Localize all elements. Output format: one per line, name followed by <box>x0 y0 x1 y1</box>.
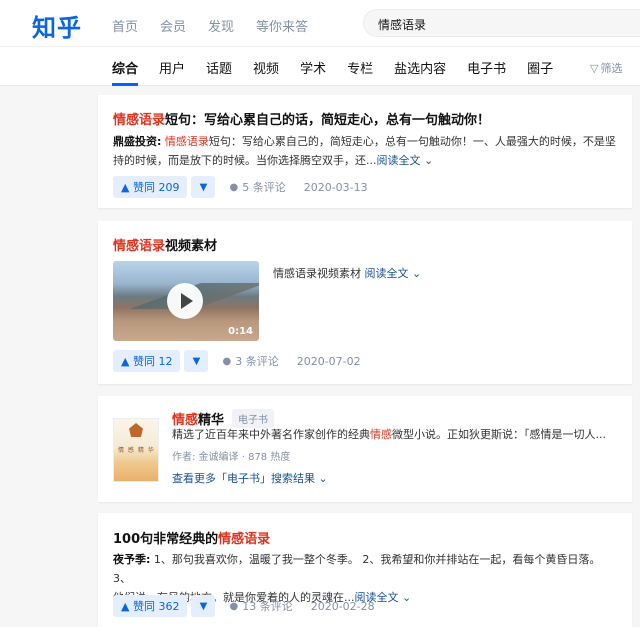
tab-columns[interactable]: 专栏 <box>347 58 373 77</box>
read-more-link-2[interactable]: 阅读全文 ⌄ <box>365 267 422 280</box>
search-tabs: 综合 用户 话题 视频 学术 专栏 盐选内容 电子书 圈子 ▽ 筛选 <box>0 46 640 86</box>
result-card-2: 情感语录视频素材 0:14 情感语录视频素材 阅读全文 ⌄ ▲ 赞同 12 ▼ … <box>98 221 632 384</box>
play-icon[interactable] <box>167 283 203 319</box>
nav-home[interactable]: 首页 <box>112 16 138 35</box>
ebook-description[interactable]: 精选了近百年来中外著名作家创作的经典情感微型小说。正如狄更斯说：「感情是一切人.… <box>172 426 606 442</box>
read-more-link-1[interactable]: 阅读全文 ⌄ <box>377 154 434 167</box>
result-card-4: 100句非常经典的情感语录 夜予季: 1、那句我喜欢你，温暖了我一整个冬季。 2… <box>98 513 632 627</box>
ebook-cover[interactable]: 情 感 精 华 <box>113 418 159 482</box>
pagoda-icon <box>129 423 143 437</box>
downvote-button-1[interactable]: ▼ <box>191 176 216 198</box>
video-thumbnail[interactable]: 0:14 <box>113 261 259 341</box>
comments-link-1[interactable]: ● 5 条评论 2020-03-13 <box>229 179 367 195</box>
nav-discover[interactable]: 发现 <box>208 16 234 35</box>
upvote-button-4[interactable]: ▲ 赞同 362 <box>113 595 188 617</box>
tab-academic[interactable]: 学术 <box>300 58 326 77</box>
video-duration: 0:14 <box>228 326 253 337</box>
upvote-button-2[interactable]: ▲ 赞同 12 <box>113 350 181 372</box>
vote-row-2: ▲ 赞同 12 ▼ ● 3 条评论 2020-07-02 <box>113 350 361 372</box>
zhihu-logo[interactable]: 知乎 <box>32 8 82 43</box>
result-card-3: 情 感 精 华 情感精华 电子书 精选了近百年来中外著名作家创作的经典情感微型小说… <box>98 396 632 502</box>
downvote-button-2[interactable]: ▼ <box>184 350 209 372</box>
filter-label: 筛选 <box>600 62 623 75</box>
comment-icon: ● <box>222 355 232 367</box>
result-title-2[interactable]: 情感语录视频素材 <box>113 235 217 254</box>
post-date-1: 2020-03-13 <box>303 180 368 194</box>
nav-vip[interactable]: 会员 <box>160 16 186 35</box>
main-nav: 首页 会员 发现 等你来答 <box>112 16 330 35</box>
tab-topics[interactable]: 话题 <box>206 58 232 77</box>
upvote-button-1[interactable]: ▲ 赞同 209 <box>113 176 188 198</box>
search-input[interactable]: 情感语录 <box>363 9 640 37</box>
ebook-meta: 作者: 金诚编译 · 878 热度 <box>172 452 291 463</box>
result-excerpt-1[interactable]: 鼎盛投资: 情感语录短句：写给心累自己的，简短走心，总有一句触动你！一、人最强大… <box>113 132 621 170</box>
filter-icon: ▽ <box>590 62 599 75</box>
downvote-button-4[interactable]: ▼ <box>191 595 216 617</box>
tab-ebooks[interactable]: 电子书 <box>467 58 506 77</box>
tab-salt[interactable]: 盐选内容 <box>394 58 446 77</box>
result-title-4[interactable]: 100句非常经典的情感语录 <box>113 528 270 547</box>
nav-answer[interactable]: 等你来答 <box>256 16 308 35</box>
post-date-4: 2020-02-28 <box>310 599 375 613</box>
top-header: 知乎 首页 会员 发现 等你来答 情感语录 <box>0 0 640 46</box>
vote-row-4: ▲ 赞同 362 ▼ ● 13 条评论 2020-02-28 <box>113 595 375 617</box>
video-description[interactable]: 情感语录视频素材 阅读全文 ⌄ <box>273 265 421 281</box>
comments-link-2[interactable]: ● 3 条评论 2020-07-02 <box>222 353 360 369</box>
tab-videos[interactable]: 视频 <box>253 58 279 77</box>
tab-circles[interactable]: 圈子 <box>527 58 553 77</box>
comments-link-4[interactable]: ● 13 条评论 2020-02-28 <box>229 598 374 614</box>
result-card-1: 情感语录短句：写给心累自己的话，简短走心，总有一句触动你！ 鼎盛投资: 情感语录… <box>98 95 632 208</box>
filter-button[interactable]: ▽ 筛选 <box>590 60 622 76</box>
comment-icon: ● <box>229 600 239 612</box>
result-title-1[interactable]: 情感语录短句：写给心累自己的话，简短走心，总有一句触动你！ <box>113 109 490 128</box>
comment-icon: ● <box>229 181 239 193</box>
active-tab-indicator <box>112 83 138 86</box>
more-ebooks-link[interactable]: 查看更多「电子书」搜索结果 ⌄ <box>172 470 328 486</box>
tab-all[interactable]: 综合 <box>112 58 138 77</box>
vote-row-1: ▲ 赞同 209 ▼ ● 5 条评论 2020-03-13 <box>113 176 368 198</box>
tab-users[interactable]: 用户 <box>159 58 185 77</box>
post-date-2: 2020-07-02 <box>296 354 361 368</box>
cover-text: 情 感 精 华 <box>118 447 155 454</box>
